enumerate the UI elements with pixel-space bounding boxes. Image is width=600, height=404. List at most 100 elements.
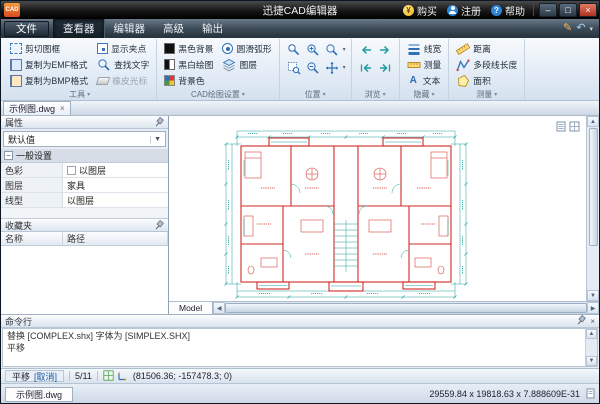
eraser-cursor-button[interactable]: 橡皮光标 <box>95 73 151 88</box>
group-label-cad-settings[interactable]: CAD绘图设置▾ <box>157 89 278 99</box>
line-width-toggle[interactable]: 线宽 <box>405 41 444 56</box>
property-group-label: 一般设置 <box>16 149 52 162</box>
measure-toggle[interactable]: 测量 <box>405 57 444 72</box>
register-button[interactable]: 注册 <box>442 3 486 18</box>
pin-icon[interactable] <box>155 220 164 230</box>
property-group-row[interactable]: − 一般设置 <box>1 149 168 163</box>
canvas-area: ▲ ▼ Model ◀ ▶ <box>169 116 599 314</box>
chevron-down-icon: ▾ <box>431 91 434 98</box>
zoom-extents-button[interactable] <box>285 41 303 58</box>
chevron-down-icon[interactable]: ▾ <box>343 64 346 71</box>
back-button[interactable] <box>357 41 375 58</box>
show-grips-button[interactable]: 显示夹点 <box>95 41 151 56</box>
copy-bmp-button[interactable]: 复制为BMP格式 <box>8 73 90 88</box>
find-text-button[interactable]: 查找文字 <box>95 57 151 72</box>
preset-dropdown[interactable]: 默认值 ▼ <box>3 131 166 147</box>
collapse-icon[interactable]: − <box>4 151 13 160</box>
buy-button[interactable]: ¥购买 <box>398 3 442 18</box>
forward-button[interactable] <box>376 41 394 58</box>
bottom-document-tab[interactable]: 示例图.dwg <box>5 387 73 402</box>
area-polygon-icon <box>456 74 470 88</box>
drawing-canvas[interactable] <box>169 116 586 301</box>
bw-drawing-button[interactable]: 黑白绘图 <box>162 57 215 72</box>
scrollbar-thumb[interactable] <box>589 128 598 246</box>
zoom-window-button[interactable] <box>285 59 303 76</box>
document-tab-bar: 示例图.dwg× <box>1 101 599 116</box>
group-label-hide[interactable]: 隐藏▾ <box>400 89 449 99</box>
column-header-name[interactable]: 名称 <box>1 232 63 245</box>
distance-button[interactable]: 距离 <box>454 41 519 56</box>
vertical-scrollbar[interactable]: ▲ ▼ <box>586 116 599 301</box>
scroll-right-icon[interactable]: ▶ <box>587 302 599 314</box>
window-title: 迅捷CAD编辑器 <box>263 3 338 18</box>
model-tab[interactable]: Model <box>169 302 213 314</box>
pin-icon[interactable] <box>155 117 164 127</box>
scroll-down-icon[interactable]: ▼ <box>586 356 597 366</box>
grid-toggle-icon[interactable] <box>103 370 114 383</box>
tab-advanced[interactable]: 高级 <box>154 19 193 38</box>
area-button[interactable]: 面积 <box>454 73 519 88</box>
zoom-out-button[interactable] <box>304 59 322 76</box>
copy-emf-button[interactable]: 复制为EMF格式 <box>8 57 90 72</box>
ribbon-group-hide: 线宽 测量 A文本 隐藏▾ <box>400 39 450 100</box>
smooth-arc-toggle[interactable]: 圆滑弧形 <box>220 41 273 56</box>
app-logo-icon[interactable]: CAD <box>4 3 20 17</box>
pan-button[interactable] <box>323 59 341 76</box>
scroll-left-icon[interactable]: ◀ <box>213 302 225 314</box>
horizontal-scrollbar[interactable]: ◀ ▶ <box>213 302 599 314</box>
polyline-length-button[interactable]: 多段线长度 <box>454 57 519 72</box>
property-row-layer[interactable]: 图层 家具 <box>1 178 168 193</box>
close-button[interactable]: × <box>579 3 597 17</box>
command-output[interactable]: 替换 [COMPLEX.shx] 字体为 [SIMPLEX.SHX] 平移 ▲ … <box>2 328 598 367</box>
document-tab[interactable]: 示例图.dwg× <box>3 101 71 115</box>
pin-icon[interactable] <box>577 315 586 327</box>
last-page-button[interactable] <box>376 59 394 76</box>
minimize-button[interactable]: – <box>539 3 557 17</box>
chevron-down-icon[interactable]: ▾ <box>343 46 346 53</box>
property-row-color[interactable]: 色彩 以图层 <box>1 163 168 178</box>
scroll-down-icon[interactable]: ▼ <box>587 290 599 301</box>
tab-output[interactable]: 输出 <box>193 19 232 38</box>
scroll-up-icon[interactable]: ▲ <box>587 116 599 127</box>
zoom-in-button[interactable] <box>304 41 322 58</box>
group-label-position[interactable]: 位置▾ <box>280 89 351 99</box>
first-page-button[interactable] <box>357 59 375 76</box>
background-color-button[interactable]: 背景色 <box>162 73 215 88</box>
properties-title: 属性 <box>5 116 23 129</box>
cancel-link[interactable]: [取消] <box>34 370 57 383</box>
close-icon[interactable]: × <box>60 105 65 113</box>
group-label-tools[interactable]: 工具▾ <box>3 89 156 99</box>
brush-icon[interactable]: ✎ <box>563 23 572 34</box>
ruler-icon <box>407 58 421 72</box>
file-menu-button[interactable]: 文件 <box>4 21 49 37</box>
vertical-scrollbar[interactable]: ▲ ▼ <box>585 329 597 366</box>
tab-editor[interactable]: 编辑器 <box>105 19 155 38</box>
scrollbar-thumb[interactable] <box>225 303 587 313</box>
favorites-list[interactable] <box>1 246 168 314</box>
line-width-icon <box>407 42 421 56</box>
close-icon[interactable]: × <box>590 317 595 326</box>
page-icon[interactable] <box>556 119 566 137</box>
column-header-path[interactable]: 路径 <box>63 232 168 245</box>
layers-button[interactable]: 图层 <box>220 57 273 72</box>
help-button[interactable]: ?帮助 <box>486 3 530 18</box>
arrow-left-bar-icon <box>359 61 373 75</box>
property-row-linetype[interactable]: 线型 以图层 <box>1 193 168 208</box>
chevron-down-icon: ▾ <box>323 91 326 98</box>
black-background-button[interactable]: 黑色背景 <box>162 41 215 56</box>
grid-icon[interactable] <box>569 119 580 137</box>
text-toggle[interactable]: A文本 <box>405 73 444 88</box>
find-text-label: 查找文字 <box>114 58 149 71</box>
tab-viewer[interactable]: 查看器 <box>53 19 105 38</box>
crop-frame-button[interactable]: 剪切图框 <box>8 41 90 56</box>
group-label-browse[interactable]: 浏览▾ <box>352 89 399 99</box>
maximize-button[interactable]: □ <box>559 3 577 17</box>
group-label-measure[interactable]: 测量▾ <box>449 89 524 99</box>
chevron-down-icon[interactable]: ▾ <box>589 25 593 33</box>
scroll-up-icon[interactable]: ▲ <box>586 329 597 339</box>
layers-label: 图层 <box>239 58 257 71</box>
zoom-dynamic-button[interactable] <box>323 41 341 58</box>
ucs-axes-icon[interactable] <box>117 370 128 383</box>
zoom-window-icon <box>287 61 301 75</box>
undo-icon[interactable]: ↶ <box>576 23 585 34</box>
